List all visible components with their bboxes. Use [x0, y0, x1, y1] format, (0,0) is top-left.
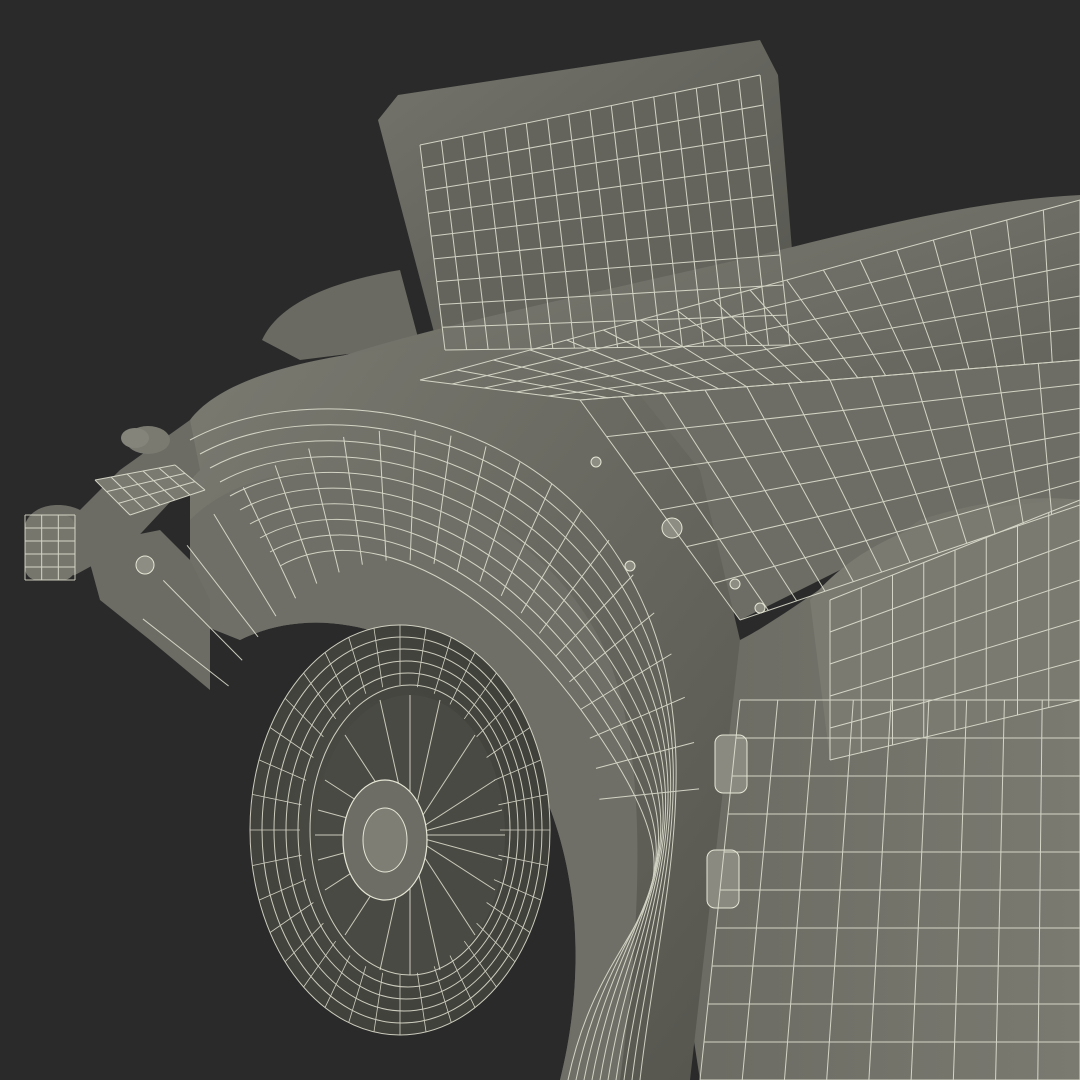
wireframe-render-canvas — [0, 0, 1080, 1080]
